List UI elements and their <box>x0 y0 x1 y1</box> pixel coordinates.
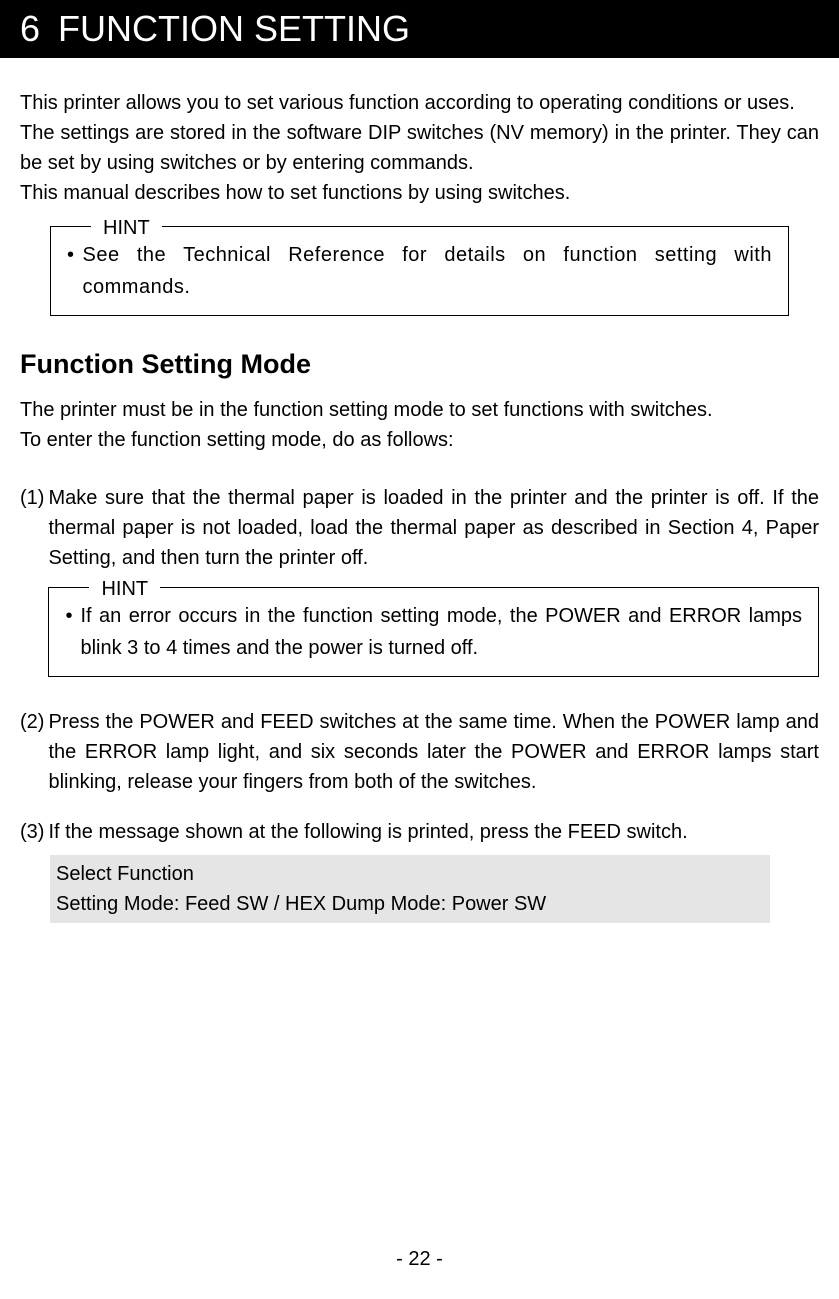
hint-text-2: If an error occurs in the function setti… <box>80 600 802 664</box>
step-3: (3) If the message shown at the followin… <box>20 817 819 847</box>
step-1-text: Make sure that the thermal paper is load… <box>48 483 819 573</box>
section-intro: The printer must be in the function sett… <box>20 395 819 455</box>
step-2-number: (2) <box>20 707 44 797</box>
step-2: (2) Press the POWER and FEED switches at… <box>20 707 819 797</box>
hint-text-1: See the Technical Reference for details … <box>83 239 772 303</box>
page-footer: - 22 - <box>0 1248 839 1271</box>
page-number: - 22 - <box>396 1248 443 1270</box>
step-2-text: Press the POWER and FEED switches at the… <box>48 707 819 797</box>
section-heading-text: Function Setting Mode <box>20 349 311 379</box>
chapter-number: 6 <box>20 8 40 50</box>
bullet-icon: • <box>67 239 75 303</box>
step-1-number: (1) <box>20 483 44 687</box>
hint-label-2: HINT <box>89 574 160 604</box>
hint-content-2: • If an error occurs in the function set… <box>65 600 802 664</box>
chapter-title: FUNCTION SETTING <box>58 8 410 50</box>
step-list: (1) Make sure that the thermal paper is … <box>20 483 819 923</box>
section-intro-line2: To enter the function setting mode, do a… <box>20 425 819 455</box>
step-3-body: If the message shown at the following is… <box>48 817 819 847</box>
section-intro-line1: The printer must be in the function sett… <box>20 395 819 425</box>
printed-message-box: Select Function Setting Mode: Feed SW / … <box>50 855 770 923</box>
bullet-icon: • <box>65 600 72 664</box>
section-heading: Function Setting Mode <box>20 344 819 385</box>
hint-box-2: HINT • If an error occurs in the functio… <box>48 587 819 677</box>
hint-label: HINT <box>91 213 162 243</box>
step-3-text: If the message shown at the following is… <box>48 817 819 847</box>
chapter-header: 6 FUNCTION SETTING <box>0 0 839 58</box>
hint-content-1: • See the Technical Reference for detail… <box>67 239 772 303</box>
printed-message-line1: Select Function <box>56 859 764 889</box>
intro-paragraph-2: The settings are stored in the software … <box>20 118 819 178</box>
intro-paragraph-3: This manual describes how to set functio… <box>20 178 819 208</box>
hint-box-1: HINT • See the Technical Reference for d… <box>50 226 789 316</box>
step-3-number: (3) <box>20 817 44 847</box>
step-1-body: Make sure that the thermal paper is load… <box>48 483 819 687</box>
intro-paragraph-1: This printer allows you to set various f… <box>20 88 819 118</box>
intro-text: This printer allows you to set various f… <box>20 88 819 208</box>
printed-message-line2: Setting Mode: Feed SW / HEX Dump Mode: P… <box>56 889 764 919</box>
page-content: This printer allows you to set various f… <box>0 58 839 923</box>
step-1: (1) Make sure that the thermal paper is … <box>20 483 819 687</box>
step-2-body: Press the POWER and FEED switches at the… <box>48 707 819 797</box>
